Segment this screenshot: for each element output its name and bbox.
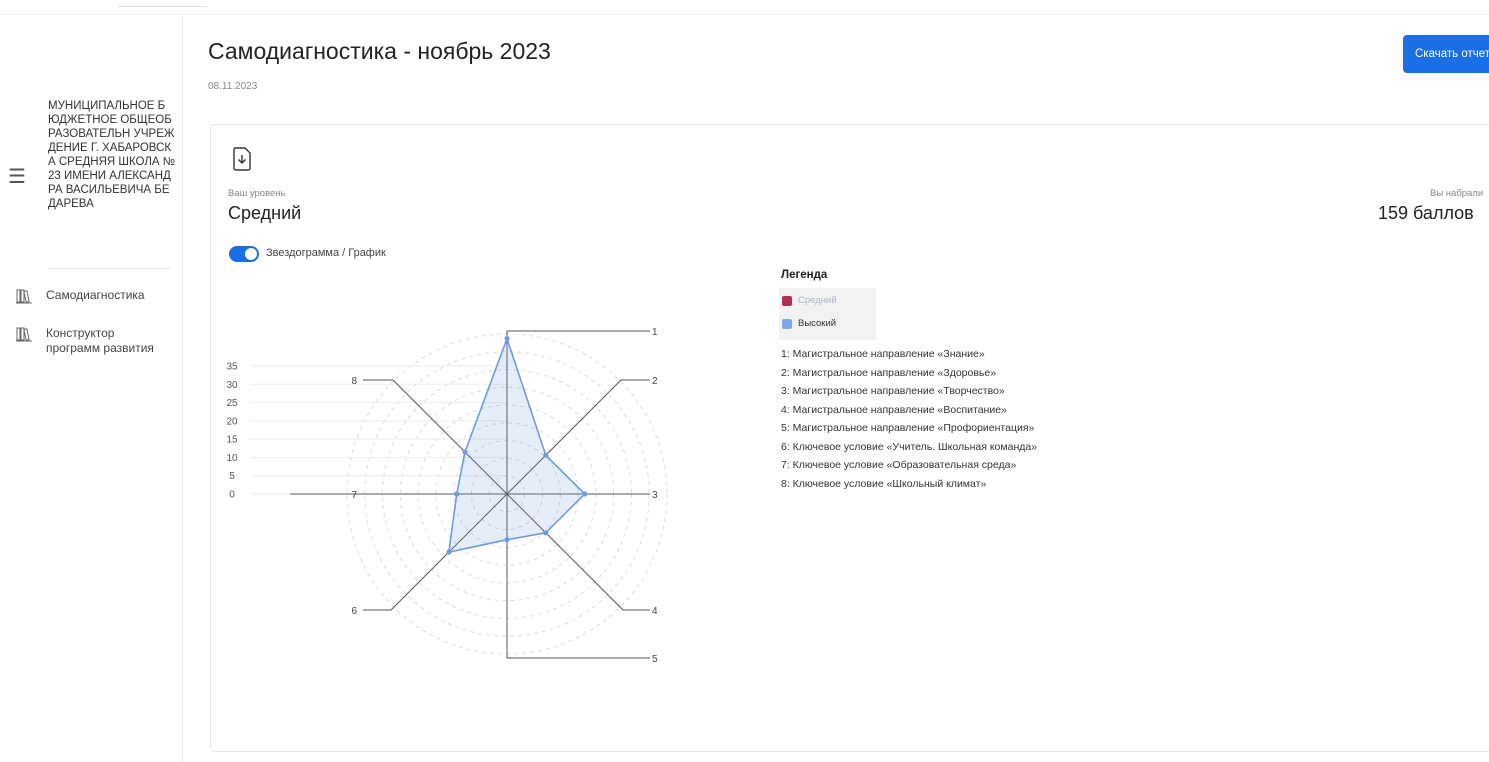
top-bar-element (118, 0, 206, 7)
score-caption: Вы набрали (1430, 188, 1484, 199)
menu-icon[interactable]: ☰ (8, 164, 26, 189)
axes-legend-list: 1: Магистральное направление «Знание» 2:… (781, 345, 1037, 493)
axis-description: 2: Магистральное направление «Здоровье» (781, 366, 997, 379)
chart-view-toggle[interactable] (229, 246, 259, 262)
sidebar-item-self-diagnostics[interactable]: Самодиагностика (16, 288, 166, 304)
axis-description: 1: Магистральное направление «Знание» (781, 348, 985, 360)
chart-view-toggle-label: Звездограмма / График (266, 247, 386, 259)
report-date: 08.11.2023 (208, 81, 258, 92)
legend-title: Легенда (781, 269, 828, 281)
sidebar-item-label: Конструктор программ развития (46, 326, 154, 355)
organization-name: МУНИЦИПАЛЬНОЕ БЮДЖЕТНОЕ ОБЩЕОБРАЗОВАТЕЛЬ… (48, 100, 176, 210)
axis-description: 4: Магистральное направление «Воспитание… (781, 403, 1007, 416)
score-value: 159 баллов (1378, 203, 1474, 223)
top-bar (0, 0, 1489, 15)
download-report-button[interactable]: Скачать отчет (1403, 35, 1489, 73)
sidebar-divider (48, 268, 170, 269)
axis-description: 5: Магистральное направление «Профориент… (781, 422, 1035, 434)
axis-description: 7: Ключевое условие «Образовательная сре… (781, 459, 1017, 471)
page-title: Самодиагностика - ноябрь 2023 (208, 38, 551, 64)
sidebar-item-program-constructor[interactable]: Конструктор программ развития (16, 326, 166, 356)
legend-entry-label: Высокий (798, 318, 837, 329)
sidebar-item-label: Самодиагностика (46, 288, 145, 302)
books-icon (16, 289, 32, 304)
legend-swatch (782, 318, 792, 329)
legend-entry-average[interactable]: Средний (782, 295, 837, 306)
axis-description: 6: Ключевое условие «Учитель. Школьная к… (781, 440, 1038, 453)
sidebar: ☰ МУНИЦИПАЛЬНОЕ БЮДЖЕТНОЕ ОБЩЕОБРАЗОВАТЕ… (0, 14, 183, 762)
legend-entry-high[interactable]: Высокий (782, 318, 836, 329)
axis-description: 3: Магистральное направление «Творчество… (781, 385, 1005, 397)
books-icon (16, 327, 32, 342)
level-caption: Ваш уровень (228, 188, 286, 199)
level-value: Средний (228, 203, 302, 223)
axis-description: 8: Ключевое условие «Школьный климат» (781, 477, 987, 490)
file-download-icon[interactable] (232, 147, 252, 171)
legend-entry-label: Средний (798, 295, 837, 306)
toggle-knob (245, 248, 257, 260)
legend-swatch (782, 295, 792, 306)
